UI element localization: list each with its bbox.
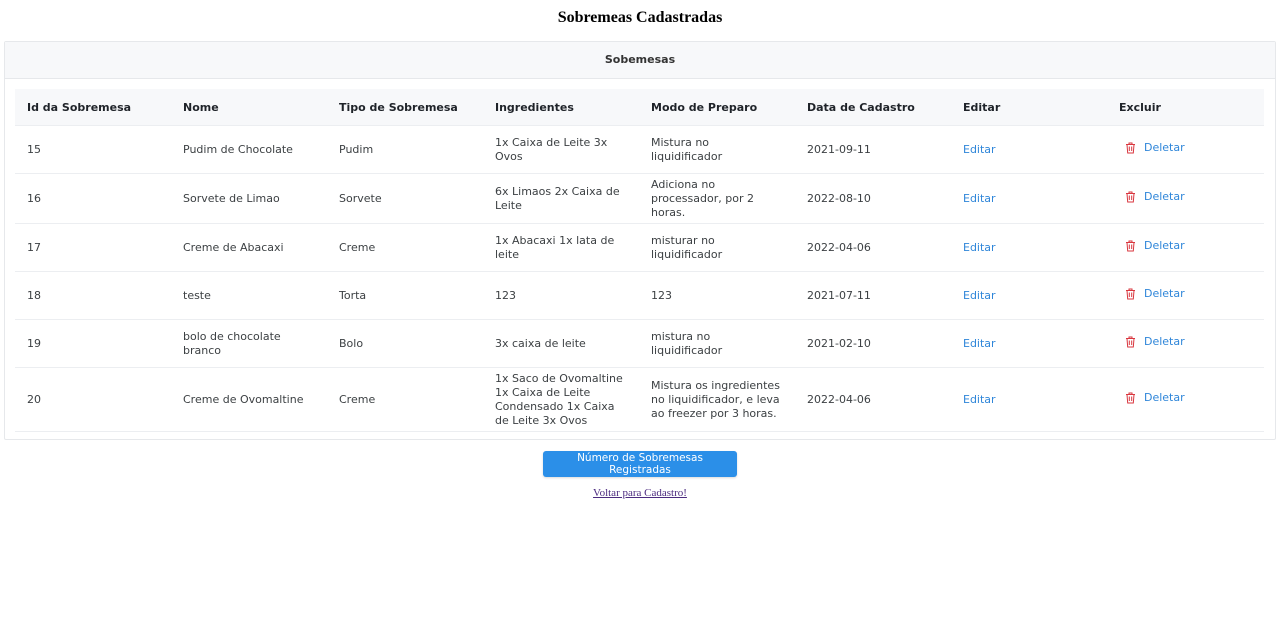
cell-excluir: Deletar — [1107, 223, 1264, 272]
cell-id: 16 — [15, 173, 171, 224]
cell-preparo: Adiciona no processador, por 2 horas. — [639, 173, 795, 224]
delete-link[interactable]: Deletar — [1125, 335, 1185, 349]
cell-tipo: Pudim — [327, 125, 483, 174]
edit-link[interactable]: Editar — [963, 289, 996, 302]
cell-excluir: Deletar — [1107, 367, 1264, 432]
cell-excluir: Deletar — [1107, 125, 1264, 174]
edit-link[interactable]: Editar — [963, 192, 996, 205]
column-header-ingredientes: Ingredientes — [483, 89, 639, 126]
cell-excluir: Deletar — [1107, 319, 1264, 368]
cell-tipo: Creme — [327, 223, 483, 272]
cell-editar: Editar — [951, 319, 1107, 368]
cell-editar: Editar — [951, 125, 1107, 174]
cell-ingredientes: 3x caixa de leite — [483, 319, 639, 368]
cell-tipo: Creme — [327, 367, 483, 432]
desserts-card: Sobemesas Id da Sobremesa Nome Tipo de S… — [4, 41, 1276, 440]
cell-preparo: Mistura os ingredientes no liquidificado… — [639, 367, 795, 432]
table-row: 19 bolo de chocolate branco Bolo 3x caix… — [15, 319, 1264, 368]
delete-label: Deletar — [1144, 239, 1185, 252]
cell-data: 2021-09-11 — [795, 125, 951, 174]
trash-icon — [1126, 288, 1135, 300]
table-header-row: Id da Sobremesa Nome Tipo de Sobremesa I… — [15, 89, 1264, 126]
cell-editar: Editar — [951, 223, 1107, 272]
cell-editar: Editar — [951, 173, 1107, 224]
table-row: 20 Creme de Ovomaltine Creme 1x Saco de … — [15, 367, 1264, 432]
trash-icon — [1126, 142, 1135, 154]
back-to-register-link[interactable]: Voltar para Cadastro! — [593, 487, 687, 499]
column-header-preparo: Modo de Preparo — [639, 89, 795, 126]
cell-data: 2022-08-10 — [795, 173, 951, 224]
cell-ingredientes: 1x Saco de Ovomaltine 1x Caixa de Leite … — [483, 367, 639, 432]
cell-tipo: Sorvete — [327, 173, 483, 224]
cell-id: 20 — [15, 367, 171, 432]
cell-nome: Sorvete de Limao — [171, 173, 327, 224]
back-link-container: Voltar para Cadastro! — [0, 487, 1280, 499]
trash-icon — [1126, 336, 1135, 348]
edit-link[interactable]: Editar — [963, 143, 996, 156]
cell-data: 2022-04-06 — [795, 367, 951, 432]
column-header-excluir: Excluir — [1107, 89, 1264, 126]
column-header-nome: Nome — [171, 89, 327, 126]
table-row: 18 teste Torta 123 123 2021-07-11 Editar… — [15, 271, 1264, 320]
delete-link[interactable]: Deletar — [1125, 391, 1185, 405]
cell-nome: teste — [171, 271, 327, 320]
count-desserts-button[interactable]: Número de Sobremesas Registradas — [543, 451, 737, 477]
delete-label: Deletar — [1144, 190, 1185, 203]
cell-tipo: Bolo — [327, 319, 483, 368]
cell-ingredientes: 123 — [483, 271, 639, 320]
delete-link[interactable]: Deletar — [1125, 141, 1185, 155]
column-header-editar: Editar — [951, 89, 1107, 126]
cell-preparo: Mistura no liquidificador — [639, 125, 795, 174]
cell-preparo: 123 — [639, 271, 795, 320]
trash-icon — [1126, 191, 1135, 203]
cell-id: 19 — [15, 319, 171, 368]
table-row: 16 Sorvete de Limao Sorvete 6x Limaos 2x… — [15, 173, 1264, 224]
desserts-table: Id da Sobremesa Nome Tipo de Sobremesa I… — [15, 89, 1264, 432]
edit-link[interactable]: Editar — [963, 393, 996, 406]
cell-ingredientes: 1x Abacaxi 1x lata de leite — [483, 223, 639, 272]
delete-label: Deletar — [1144, 287, 1185, 300]
cell-excluir: Deletar — [1107, 271, 1264, 320]
delete-label: Deletar — [1144, 141, 1185, 154]
cell-ingredientes: 6x Limaos 2x Caixa de Leite — [483, 173, 639, 224]
cell-tipo: Torta — [327, 271, 483, 320]
cell-nome: Creme de Ovomaltine — [171, 367, 327, 432]
cell-data: 2021-07-11 — [795, 271, 951, 320]
edit-link[interactable]: Editar — [963, 337, 996, 350]
edit-link[interactable]: Editar — [963, 241, 996, 254]
delete-link[interactable]: Deletar — [1125, 190, 1185, 204]
cell-editar: Editar — [951, 271, 1107, 320]
trash-icon — [1126, 392, 1135, 404]
trash-icon — [1126, 240, 1135, 252]
page-title: Sobremeas Cadastradas — [557, 9, 723, 26]
cell-ingredientes: 1x Caixa de Leite 3x Ovos — [483, 125, 639, 174]
delete-label: Deletar — [1144, 391, 1185, 404]
cell-data: 2022-04-06 — [795, 223, 951, 272]
cell-id: 17 — [15, 223, 171, 272]
table-row: 17 Creme de Abacaxi Creme 1x Abacaxi 1x … — [15, 223, 1264, 272]
cell-editar: Editar — [951, 367, 1107, 432]
delete-link[interactable]: Deletar — [1125, 239, 1185, 253]
delete-link[interactable]: Deletar — [1125, 287, 1185, 301]
column-header-data: Data de Cadastro — [795, 89, 951, 126]
cell-preparo: misturar no liquidificador — [639, 223, 795, 272]
delete-label: Deletar — [1144, 335, 1185, 348]
cell-excluir: Deletar — [1107, 173, 1264, 224]
column-header-id: Id da Sobremesa — [15, 89, 171, 126]
column-header-tipo: Tipo de Sobremesa — [327, 89, 483, 126]
table-row: 15 Pudim de Chocolate Pudim 1x Caixa de … — [15, 125, 1264, 174]
cell-nome: Pudim de Chocolate — [171, 125, 327, 174]
cell-id: 18 — [15, 271, 171, 320]
cell-nome: bolo de chocolate branco — [171, 319, 327, 368]
cell-nome: Creme de Abacaxi — [171, 223, 327, 272]
cell-data: 2021-02-10 — [795, 319, 951, 368]
card-header: Sobemesas — [5, 42, 1275, 79]
cell-id: 15 — [15, 125, 171, 174]
cell-preparo: mistura no liquidificador — [639, 319, 795, 368]
